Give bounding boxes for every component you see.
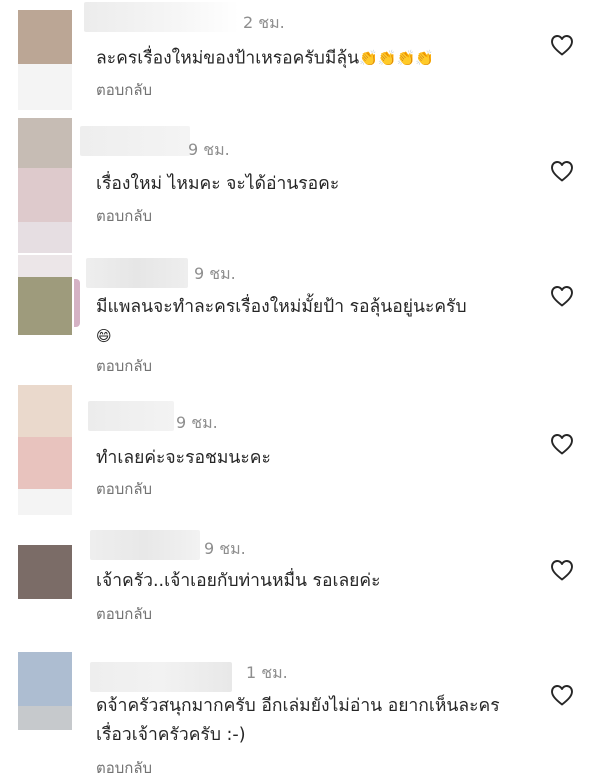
comment-text: เรื่องใหม่ ไหมคะ จะได้อ่านรอคะ [96, 174, 340, 194]
comment-time: 1 ชม. [246, 663, 288, 682]
username-blurred[interactable] [84, 2, 239, 32]
heart-icon[interactable] [550, 559, 574, 581]
comment-text: ดจ้าครัวสนุกมากครับ อีกเล่มยังไม่อ่าน อย… [96, 696, 500, 745]
comment-item: 1 ชม. ดจ้าครัวสนุกมากครับ อีกเล่มยังไม่อ… [0, 648, 600, 776]
username-blurred[interactable] [90, 530, 200, 560]
reply-button[interactable]: ตอบกลับ [96, 604, 152, 624]
username-blurred[interactable] [80, 126, 190, 156]
heart-icon[interactable] [550, 34, 574, 56]
heart-icon[interactable] [550, 433, 574, 455]
comment-time: 9 ชม. [176, 413, 218, 432]
heart-icon[interactable] [550, 285, 574, 307]
reply-button[interactable]: ตอบกลับ [96, 80, 152, 100]
avatar-story-ring [74, 279, 80, 327]
avatar[interactable] [18, 118, 72, 253]
avatar[interactable] [18, 545, 72, 599]
avatar[interactable] [18, 10, 72, 110]
reply-button[interactable]: ตอบกลับ [96, 758, 152, 776]
comment-time: 9 ชม. [204, 539, 246, 558]
comment-text: ละครเรื่องใหม่ของป้าเหรอครับมีลุ้น👏👏👏👏 [96, 44, 536, 74]
comment-item: 9 ชม. ทำเลยค่ะจะรอชมนะคะ ตอบกลับ [0, 385, 600, 515]
comment-text: เจ้าครัว..เจ้าเอยกับท่านหมื่น รอเลยค่ะ [96, 571, 381, 591]
avatar[interactable] [18, 652, 72, 730]
username-blurred[interactable] [86, 258, 188, 288]
heart-icon[interactable] [550, 160, 574, 182]
comment-item: 9 ชม. เจ้าครัว..เจ้าเอยกับท่านหมื่น รอเล… [0, 518, 600, 648]
reply-button[interactable]: ตอบกลับ [96, 206, 152, 226]
comment-time: 9 ชม. [194, 264, 236, 283]
avatar[interactable] [18, 255, 72, 335]
clap-emoji: 👏👏👏👏 [359, 49, 434, 67]
username-blurred[interactable] [90, 662, 232, 692]
heart-icon[interactable] [550, 684, 574, 706]
comment-time: 2 ชม. [243, 13, 285, 32]
grin-emoji: 😄 [96, 327, 112, 345]
comment-item: 9 ชม. เรื่องใหม่ ไหมคะ จะได้อ่านรอคะ ตอบ… [0, 118, 600, 253]
comment-item: 2 ชม. ละครเรื่องใหม่ของป้าเหรอครับมีลุ้น… [0, 0, 600, 120]
reply-button[interactable]: ตอบกลับ [96, 356, 152, 376]
username-blurred[interactable] [88, 401, 174, 431]
comment-item: 9 ชม. มีแพลนจะทำละครเรื่องใหม่มั้ยป้า รอ… [0, 255, 600, 385]
comment-time: 9 ชม. [188, 140, 230, 159]
comment-text: ทำเลยค่ะจะรอชมนะคะ [96, 448, 271, 468]
reply-button[interactable]: ตอบกลับ [96, 479, 152, 499]
comment-text: มีแพลนจะทำละครเรื่องใหม่มั้ยป้า รอลุ้นอย… [96, 293, 536, 352]
avatar[interactable] [18, 385, 72, 515]
